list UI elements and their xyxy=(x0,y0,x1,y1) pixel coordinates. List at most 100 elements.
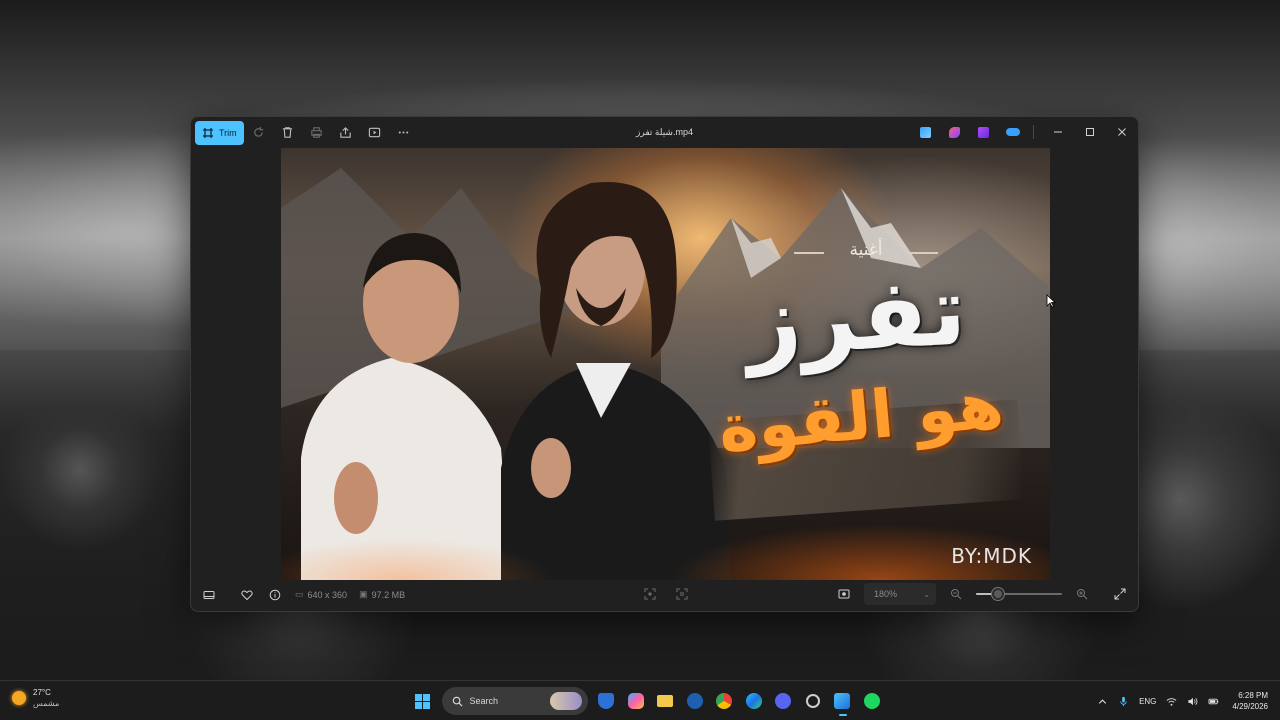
app-circle-icon xyxy=(686,693,703,709)
visual-search-icon xyxy=(644,588,656,600)
tray-network[interactable] xyxy=(1161,681,1182,720)
trim-button[interactable]: Trim xyxy=(195,120,244,145)
weather-widget[interactable]: 27°C مشمس xyxy=(12,687,59,709)
shield-icon xyxy=(598,693,615,709)
zoom-in-button[interactable] xyxy=(1068,582,1096,606)
search-label: Search xyxy=(469,696,499,706)
zoom-controls: 180% ⌄ xyxy=(830,582,1134,606)
taskbar-clock[interactable]: 6:28 PM 4/29/2026 xyxy=(1224,690,1268,712)
search-highlight-icon xyxy=(549,692,582,710)
more-icon xyxy=(398,130,408,134)
tray-language[interactable]: ENG xyxy=(1134,681,1161,720)
poster-credit: BY:MDK xyxy=(951,544,1032,568)
info-button[interactable] xyxy=(261,583,289,607)
clock-date: 4/29/2026 xyxy=(1232,702,1268,711)
zoom-out-button[interactable] xyxy=(942,582,970,606)
share-button[interactable] xyxy=(331,120,360,144)
tray-microphone[interactable] xyxy=(1113,681,1134,720)
full-screen-button[interactable] xyxy=(1106,582,1134,606)
tray-overflow-button[interactable] xyxy=(1092,681,1113,720)
zoom-slider[interactable] xyxy=(976,582,1062,606)
search-icon xyxy=(452,696,462,706)
print-button[interactable] xyxy=(302,120,331,144)
designer-button[interactable] xyxy=(940,120,969,144)
scan-text-button[interactable] xyxy=(670,582,694,606)
chrome-icon xyxy=(716,693,733,709)
save-size-icon: ▣ xyxy=(359,589,368,599)
taskbar-store-app[interactable] xyxy=(680,685,710,717)
close-icon xyxy=(1118,128,1126,136)
taskbar-discord[interactable] xyxy=(769,685,799,717)
taskbar-chrome[interactable] xyxy=(710,685,740,717)
chevron-up-icon xyxy=(1098,698,1107,704)
taskbar-copilot[interactable] xyxy=(621,685,651,717)
tray-battery[interactable] xyxy=(1203,681,1224,720)
more-button[interactable] xyxy=(389,120,418,144)
video-frame[interactable]: أغنية تفرز هو القوة BY:MDK xyxy=(281,148,1050,580)
taskbar-settings[interactable] xyxy=(798,685,828,717)
folder-icon xyxy=(657,695,674,707)
maximize-icon xyxy=(1086,128,1094,136)
designer-icon xyxy=(949,126,960,138)
slideshow-icon xyxy=(368,127,380,137)
toolbar-left: Trim xyxy=(191,117,418,147)
info-icon xyxy=(269,589,281,600)
visual-search-button[interactable] xyxy=(638,582,662,606)
zoom-value: 180% xyxy=(874,589,898,599)
start-button[interactable] xyxy=(408,685,438,717)
taskbar-search[interactable]: Search xyxy=(441,687,588,715)
zoom-dropdown[interactable]: 180% ⌄ xyxy=(864,583,936,605)
fit-to-window-button[interactable] xyxy=(830,582,858,606)
filmstrip-icon xyxy=(203,590,215,599)
expand-icon xyxy=(1114,588,1126,600)
taskbar: 27°C مشمس Search ENG 6:28 PM 4/29/2026 xyxy=(0,680,1280,720)
zoom-in-icon xyxy=(1077,589,1088,600)
clock-time: 6:28 PM xyxy=(1238,691,1268,700)
fit-window-icon xyxy=(838,589,850,599)
taskbar-edge[interactable] xyxy=(739,685,769,717)
zoom-slider-thumb[interactable] xyxy=(991,588,1004,600)
maximize-button[interactable] xyxy=(1074,117,1106,147)
spotify-icon xyxy=(863,693,880,709)
weather-condition: مشمس xyxy=(33,699,60,708)
premiere-button[interactable] xyxy=(969,120,998,144)
heart-icon xyxy=(241,590,253,600)
filmstrip-button[interactable] xyxy=(195,583,223,607)
mouse-cursor xyxy=(1046,294,1056,308)
close-button[interactable] xyxy=(1106,117,1138,147)
title-separator xyxy=(1033,125,1034,139)
slideshow-button[interactable] xyxy=(360,120,389,144)
minimize-icon xyxy=(1054,131,1062,133)
toolbar-right xyxy=(911,117,1138,147)
photos-window: Trim شيلة تفرز.mp4 أغنية تفرز هو القوة B… xyxy=(190,116,1139,612)
taskbar-security-app[interactable] xyxy=(592,685,622,717)
delete-button[interactable] xyxy=(273,120,302,144)
minimize-button[interactable] xyxy=(1042,117,1074,147)
resolution-icon: ▭ xyxy=(295,589,304,599)
taskbar-file-explorer[interactable] xyxy=(651,685,681,717)
print-icon xyxy=(310,126,322,138)
battery-icon xyxy=(1208,698,1219,704)
copilot-icon xyxy=(627,693,644,709)
sun-icon xyxy=(12,691,26,705)
title-bar: Trim شيلة تفرز.mp4 xyxy=(191,117,1138,147)
premiere-icon xyxy=(978,126,989,138)
delete-icon xyxy=(282,126,292,138)
taskbar-apps: Search xyxy=(408,685,887,717)
chevron-down-icon: ⌄ xyxy=(923,589,930,599)
clipchamp-button[interactable] xyxy=(911,120,940,144)
taskbar-photos[interactable] xyxy=(828,685,858,717)
favorite-button[interactable] xyxy=(233,583,261,607)
rotate-button[interactable] xyxy=(244,120,273,144)
center-tools xyxy=(638,582,694,606)
bottom-bar: ▭ 640 x 360 ▣ 97.2 MB 180% ⌄ xyxy=(191,578,1138,611)
onedrive-button[interactable] xyxy=(998,120,1027,144)
file-size: 97.2 MB xyxy=(371,589,406,600)
system-tray: ENG 6:28 PM 4/29/2026 xyxy=(1092,681,1268,720)
tray-volume[interactable] xyxy=(1182,681,1203,720)
taskbar-spotify[interactable] xyxy=(857,685,887,717)
photos-icon xyxy=(834,693,851,709)
weather-text: 27°C مشمس xyxy=(33,687,59,709)
speaker-icon xyxy=(1188,697,1198,705)
edge-icon xyxy=(745,693,762,709)
